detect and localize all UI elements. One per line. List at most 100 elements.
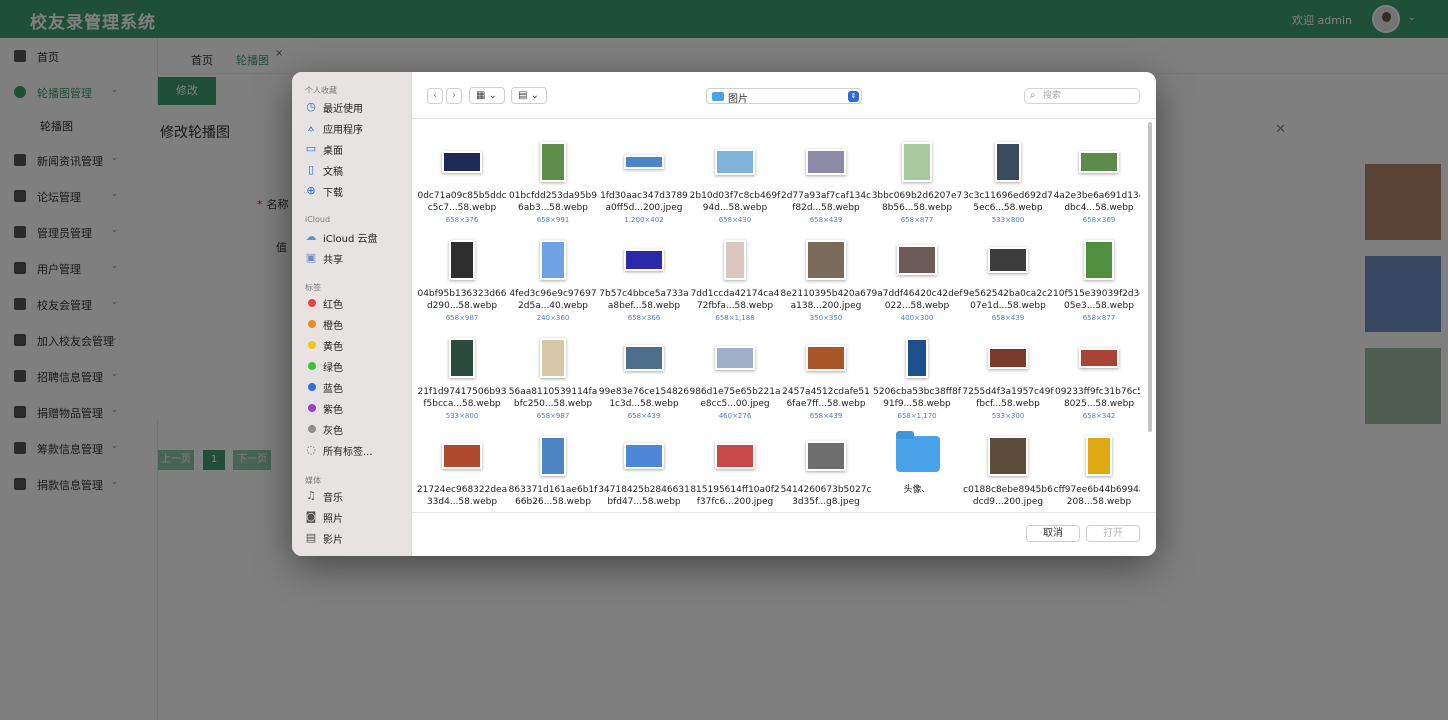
file-name: 863371d161ae6b1f66b26...58.webp: [508, 485, 598, 507]
picker-sidebar: 个人收藏 iCloud 标签 媒体 ◷ 最近使用 ⟑ 应用程序 ▭ 桌面 ▯ 文稿 ⊕ 下载 ☁ iC…: [292, 72, 412, 556]
file-dimensions: 240×360: [536, 314, 570, 322]
file-name: 815195614ff10a0f2f37fc6...200.jpeg: [690, 485, 780, 507]
file-dimensions: 658×369: [1082, 216, 1116, 224]
file-dimensions: 658×439: [809, 216, 843, 224]
sidebar-media-label: 影片: [323, 535, 343, 546]
forward-button[interactable]: ›: [446, 88, 462, 104]
file-item[interactable]: cff97ee6b44b6994a208...58.webp: [1053, 432, 1140, 510]
file-dimensions: 658×439: [627, 412, 661, 420]
file-item[interactable]: 2457a4512cdafe516fae7ff...58.webp 658×439: [780, 334, 872, 432]
search-input[interactable]: [1043, 90, 1133, 102]
file-item[interactable]: 21724ec968322dea33d4...58.webp: [416, 432, 508, 510]
cancel-button[interactable]: 取消: [1026, 525, 1080, 542]
sidebar-location-label: 共享: [323, 255, 343, 266]
view-mode-button[interactable]: ▦ ⌄: [469, 87, 505, 104]
file-dimensions: 658×877: [1082, 314, 1116, 322]
file-item[interactable]: 9a7ddf46420c42def022...58.webp 400×300: [871, 236, 963, 334]
file-name: 3bbc069b2d6207e78b56...58.webp: [871, 191, 963, 213]
folder-item[interactable]: 头像、2个项目: [871, 431, 963, 510]
group-icon: ▤ ⌄: [518, 90, 540, 101]
file-item[interactable]: 56aa8110539114fabfc250...58.webp 658×987: [507, 334, 599, 432]
file-thumbnail: [540, 436, 566, 476]
file-name: 9e562542ba0ca2c207e1d...58.webp: [963, 289, 1053, 311]
file-item[interactable]: 5206cba53bc38ff8f91f9...58.webp 658×1,170: [871, 334, 963, 432]
file-item[interactable]: 34718425b2846631bfd47...58.webp: [598, 432, 690, 510]
file-item[interactable]: 10f515e39039f2d3d05e3...58.webp 658×877: [1053, 236, 1140, 334]
film-icon: ▤: [305, 531, 317, 544]
file-thumbnail: [724, 240, 746, 280]
file-item[interactable]: 04bf95b136323d66d290...58.webp 658×987: [416, 236, 508, 334]
file-item[interactable]: 3c3c11696ed692d75ec6...58.webp 533×800: [962, 138, 1054, 236]
file-name: 7b57c4bbce5a733aa8bef...58.webp: [599, 289, 689, 311]
file-name: 21f1d97417506b93f5bcca...58.webp: [417, 387, 507, 409]
file-item[interactable]: 2d77a93af7caf134cf82d...58.webp 658×439: [780, 138, 872, 236]
section-media: 媒体: [305, 476, 321, 485]
search-icon: ⌕: [1030, 90, 1036, 101]
section-icloud: iCloud: [305, 215, 331, 224]
file-item[interactable]: 986d1e75e65b221ae8cc5...00.jpeg 460×276: [689, 334, 781, 432]
tag-icon: ◌: [306, 443, 316, 456]
scrollbar[interactable]: [1148, 122, 1152, 432]
file-item[interactable]: c0188c8ebe8945b6dcd9...200.jpeg: [962, 432, 1054, 510]
back-button[interactable]: ‹: [427, 88, 443, 104]
file-picker-dialog: 个人收藏 iCloud 标签 媒体 ◷ 最近使用 ⟑ 应用程序 ▭ 桌面 ▯ 文稿 ⊕ 下载 ☁ iC…: [292, 72, 1156, 556]
file-item[interactable]: 09233ff9fc31b76c58025...58.webp 658×342: [1053, 334, 1140, 432]
grid-icon: ▦ ⌄: [476, 90, 498, 101]
file-thumbnail: [442, 443, 482, 469]
file-name: 99e83e76ce1548261c3d...58.webp: [598, 387, 690, 409]
file-item[interactable]: 5414260673b5027c3d35f...g8.jpeg: [780, 432, 872, 510]
file-dimensions: 658×991: [536, 216, 570, 224]
file-item[interactable]: 815195614ff10a0f2f37fc6...200.jpeg: [689, 432, 781, 510]
file-dimensions: 658×439: [991, 314, 1025, 322]
file-name: 4a2e3be6a691d134dbc4...58.webp: [1053, 191, 1140, 213]
tag-color-dot: [308, 299, 316, 307]
file-item[interactable]: 99e83e76ce1548261c3d...58.webp 658×439: [598, 334, 690, 432]
file-item[interactable]: 01bcfdd253da95b96ab3...58.webp 658×991: [507, 138, 599, 236]
file-thumbnail: [1079, 348, 1119, 368]
search-box[interactable]: ⌕: [1024, 88, 1140, 104]
file-item[interactable]: 7dd1ccda42174ca472fbfa...58.webp 658×1,18…: [689, 236, 781, 334]
file-name: 8e2110395b420a67a138...200.jpeg: [780, 289, 872, 311]
sidebar-tag-label: 黄色: [323, 342, 343, 353]
group-button[interactable]: ▤ ⌄: [511, 87, 547, 104]
file-thumbnail: [540, 240, 566, 280]
file-item[interactable]: 1fd30aac347d3789a0ff5d...200.jpeg 1,200×4…: [598, 138, 690, 236]
picker-footer: 取消 打开: [412, 512, 1156, 556]
file-name: 7255d4f3a1957c49ffbcf...58.webp: [962, 387, 1054, 409]
file-item[interactable]: 863371d161ae6b1f66b26...58.webp: [507, 432, 599, 510]
file-name: c0188c8ebe8945b6dcd9...200.jpeg: [963, 485, 1053, 507]
file-item[interactable]: 7255d4f3a1957c49ffbcf...58.webp 533×300: [962, 334, 1054, 432]
file-item[interactable]: 8e2110395b420a67a138...200.jpeg 350×350: [780, 236, 872, 334]
file-item[interactable]: 9e562542ba0ca2c207e1d...58.webp 658×439: [962, 236, 1054, 334]
file-item[interactable]: 21f1d97417506b93f5bcca...58.webp 533×800: [416, 334, 508, 432]
file-name: 1fd30aac347d3789a0ff5d...200.jpeg: [600, 191, 688, 213]
file-thumbnail: [715, 149, 755, 175]
clock-icon: ◷: [306, 100, 316, 113]
file-name: 56aa8110539114fabfc250...58.webp: [508, 387, 598, 409]
file-thumbnail: [902, 142, 932, 182]
sidebar-location-label: 桌面: [323, 146, 343, 157]
file-item[interactable]: 3bbc069b2d6207e78b56...58.webp 658×877: [871, 138, 963, 236]
file-item[interactable]: 0dc71a09c85b5ddcc5c7...58.webp 658×376: [416, 138, 508, 236]
section-tags: 标签: [305, 283, 321, 292]
sidebar-location-label: 文稿: [323, 167, 343, 178]
file-item[interactable]: 4a2e3be6a691d134dbc4...58.webp 658×369: [1053, 138, 1140, 236]
file-thumbnail: [906, 338, 928, 378]
file-item[interactable]: 7b57c4bbce5a733aa8bef...58.webp 658×366: [598, 236, 690, 334]
tag-color-dot: [308, 383, 316, 391]
file-dimensions: 658×376: [445, 216, 479, 224]
shared-folder-icon: ▣: [305, 251, 317, 264]
file-name: 2d77a93af7caf134cf82d...58.webp: [780, 191, 872, 213]
file-thumbnail: [897, 245, 937, 275]
music-icon: ♫: [306, 489, 316, 502]
file-name: 04bf95b136323d66d290...58.webp: [417, 289, 507, 311]
sidebar-tag-label: 紫色: [323, 405, 343, 416]
file-dimensions: 350×350: [809, 314, 843, 322]
file-name: 10f515e39039f2d3d05e3...58.webp: [1053, 289, 1140, 311]
location-select[interactable]: 图片 ⇕: [706, 88, 862, 105]
file-dimensions: 658×1,188: [715, 314, 755, 322]
open-button[interactable]: 打开: [1086, 525, 1140, 542]
file-item[interactable]: 2b10d03f7c8cb469f94d...58.webp 658×430: [689, 138, 781, 236]
file-thumbnail: [715, 346, 755, 370]
file-item[interactable]: 4fed3c96e9c976972d5a...40.webp 240×360: [507, 236, 599, 334]
